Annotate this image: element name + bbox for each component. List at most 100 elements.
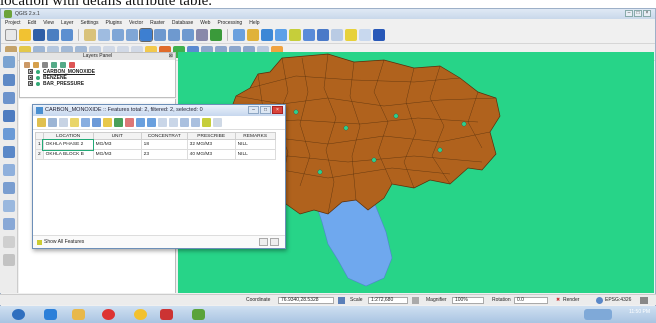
zoom-full-icon[interactable] xyxy=(139,28,153,42)
render-checkbox[interactable]: ✖ xyxy=(556,295,560,306)
open-project-icon[interactable] xyxy=(19,29,31,41)
new-temp-layer-icon[interactable] xyxy=(3,254,15,266)
crs-globe-icon[interactable] xyxy=(596,297,603,304)
measure-icon[interactable] xyxy=(303,29,315,41)
qgis-taskbar-icon[interactable] xyxy=(192,309,205,320)
menu-view[interactable]: View xyxy=(43,19,54,27)
pan-to-selected-icon[interactable] xyxy=(136,118,145,127)
zoom-in-icon[interactable] xyxy=(112,29,124,41)
identify-icon[interactable] xyxy=(233,29,245,41)
attribute-table-icon[interactable] xyxy=(275,29,287,41)
column-header[interactable]: LOCATION xyxy=(42,132,94,140)
menu-vector[interactable]: Vector xyxy=(129,19,143,27)
deselect-all-icon[interactable] xyxy=(103,118,112,127)
refresh-icon[interactable] xyxy=(210,29,222,41)
dock-icon[interactable] xyxy=(213,118,222,127)
pdf-icon[interactable] xyxy=(160,309,173,320)
new-project-icon[interactable] xyxy=(5,29,17,41)
dialog-close-icon[interactable]: × xyxy=(272,106,283,114)
menu-web[interactable]: Web xyxy=(200,19,210,27)
menu-edit[interactable]: Edit xyxy=(28,19,37,27)
column-header[interactable]: PRESCRIBE xyxy=(186,132,236,140)
field-calculator-icon[interactable] xyxy=(202,118,211,127)
expand-all-icon[interactable] xyxy=(51,61,57,68)
dialog-maximize-icon[interactable]: □ xyxy=(260,106,271,114)
copy-rows-icon[interactable] xyxy=(158,118,167,127)
print-icon[interactable] xyxy=(61,29,73,41)
statistics-icon[interactable] xyxy=(317,29,329,41)
table-row[interactable]: 1 OKHLA PHASE 2 MG/M3 18 32 MG/M3 NILL xyxy=(35,138,276,151)
table-cell[interactable]: 18 xyxy=(140,139,188,150)
save-icon[interactable] xyxy=(33,29,45,41)
close-icon[interactable]: × xyxy=(643,10,651,17)
add-group-icon[interactable] xyxy=(24,61,30,68)
select-all-icon[interactable] xyxy=(81,118,90,127)
remove-layer-icon[interactable] xyxy=(69,61,75,68)
add-postgis-layer-icon[interactable] xyxy=(3,92,15,104)
select-icon[interactable] xyxy=(247,29,259,41)
panel-close-icon[interactable]: ⊠ xyxy=(169,53,173,60)
menu-raster[interactable]: Raster xyxy=(150,19,165,27)
row-number[interactable]: 1 xyxy=(35,139,44,150)
invert-selection-icon[interactable] xyxy=(92,118,101,127)
row-number[interactable]: 2 xyxy=(35,149,44,160)
pan-to-selection-icon[interactable] xyxy=(98,29,110,41)
paste-rows-icon[interactable] xyxy=(169,118,178,127)
dialog-minimize-icon[interactable]: – xyxy=(248,106,259,114)
deselect-icon[interactable] xyxy=(261,29,273,41)
layer-visibility-checkbox[interactable]: ✖ xyxy=(28,75,33,80)
add-wms-layer-icon[interactable] xyxy=(3,146,15,158)
save-as-icon[interactable] xyxy=(47,29,59,41)
delete-field-icon[interactable] xyxy=(191,118,200,127)
chrome-icon[interactable] xyxy=(134,309,147,320)
table-cell[interactable]: 32 MG/M3 xyxy=(186,139,236,150)
filter-legend-icon[interactable] xyxy=(42,61,48,68)
filter-icon[interactable] xyxy=(125,118,134,127)
table-cell[interactable]: OKHLA BLOCK B xyxy=(42,149,94,160)
annotation-icon[interactable] xyxy=(345,29,357,41)
monitoring-point[interactable] xyxy=(317,169,323,175)
table-cell[interactable]: NILL xyxy=(234,139,276,150)
pan-icon[interactable] xyxy=(84,29,96,41)
move-selection-top-icon[interactable] xyxy=(114,118,123,127)
layer-visibility-checkbox[interactable]: ✖ xyxy=(28,69,33,74)
scale-lock-icon[interactable] xyxy=(412,297,419,304)
delete-feature-icon[interactable] xyxy=(59,118,68,127)
collapse-all-icon[interactable] xyxy=(60,61,66,68)
field-calculator-icon[interactable] xyxy=(289,29,301,41)
manage-visibility-icon[interactable] xyxy=(33,61,39,68)
map-tips-icon[interactable] xyxy=(331,29,343,41)
scale-field[interactable]: 1:272,680 xyxy=(368,297,408,304)
monitoring-point[interactable] xyxy=(293,109,299,115)
form-view-icon[interactable] xyxy=(259,238,268,246)
text-annotation-icon[interactable] xyxy=(359,29,371,41)
new-shapefile-icon[interactable] xyxy=(3,200,15,212)
internet-explorer-icon[interactable] xyxy=(44,309,57,320)
add-mssql-layer-icon[interactable] xyxy=(3,128,15,140)
table-cell[interactable]: MG/M3 xyxy=(92,139,142,150)
maximize-icon[interactable]: □ xyxy=(634,10,642,17)
table-cell[interactable]: 40 MG/M3 xyxy=(186,149,236,160)
table-cell[interactable]: 23 xyxy=(140,149,188,160)
table-cell[interactable]: MG/M3 xyxy=(92,149,142,160)
select-by-expression-icon[interactable] xyxy=(70,118,79,127)
save-edits-icon[interactable] xyxy=(48,118,57,127)
add-raster-layer-icon[interactable] xyxy=(3,74,15,86)
zoom-to-selected-icon[interactable] xyxy=(147,118,156,127)
menu-project[interactable]: Project xyxy=(5,19,21,27)
column-header[interactable]: REMARKS xyxy=(234,132,276,140)
column-header[interactable]: UNIT xyxy=(92,132,142,140)
new-spatialite-icon[interactable] xyxy=(3,218,15,230)
start-button-icon[interactable] xyxy=(12,309,25,320)
zoom-next-icon[interactable] xyxy=(182,29,194,41)
menu-plugins[interactable]: Plugins xyxy=(106,19,122,27)
monitoring-point[interactable] xyxy=(343,125,349,131)
table-view-icon[interactable] xyxy=(270,238,279,246)
crs-label[interactable]: EPSG:4326 xyxy=(605,295,631,306)
layer-visibility-checkbox[interactable]: ✖ xyxy=(28,81,33,86)
monitoring-point[interactable] xyxy=(371,157,377,163)
add-vector-layer-icon[interactable] xyxy=(3,56,15,68)
new-field-icon[interactable] xyxy=(180,118,189,127)
zoom-layer-icon[interactable] xyxy=(154,29,166,41)
magnifier-field[interactable]: 100% xyxy=(452,297,484,304)
